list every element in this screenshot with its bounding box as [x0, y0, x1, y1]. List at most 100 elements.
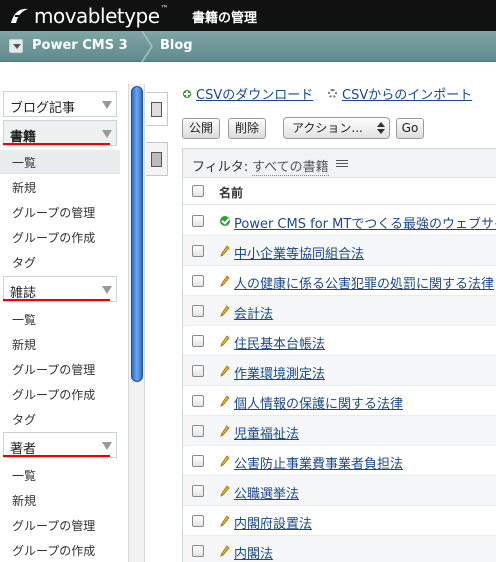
site-switcher-dropdown-icon[interactable] [9, 39, 23, 53]
table-row: 公職選挙法 [183, 476, 496, 506]
pencil-icon [220, 365, 230, 377]
table-row: 公害防止事業費事業者負担法 [183, 446, 496, 476]
authors-manage-groups-link[interactable]: グループの管理 [12, 517, 95, 534]
publish-button[interactable]: 公開 [182, 118, 220, 139]
table-row: 作業環境測定法 [183, 356, 496, 386]
filter-bar: フィルタ: すべての書籍 [183, 149, 496, 178]
row-checkbox[interactable] [192, 485, 204, 497]
import-csv-link[interactable]: CSVからのインポート [342, 84, 472, 103]
go-button[interactable]: Go [396, 118, 424, 139]
top-bar: movabletype ™ 書籍の管理 [0, 0, 496, 31]
menu-blog-entries[interactable]: ブログ記事 [3, 91, 117, 117]
row-title-link[interactable]: 公害防止事業費事業者負担法 [234, 453, 403, 472]
breadcrumb-separator-icon [141, 31, 153, 62]
authors-create-group-link[interactable]: グループの作成 [12, 542, 95, 559]
breadcrumb-blog[interactable]: Blog [160, 38, 193, 53]
side-tab-listing[interactable] [146, 92, 168, 126]
table-header: 名前 [183, 178, 496, 205]
row-checkbox[interactable] [192, 425, 204, 437]
menu-blog-entries-label: ブログ記事 [10, 101, 76, 116]
menu-authors-underline [3, 455, 110, 457]
sidebar: ブログ記事 書籍 一覧 新規 グループの管理 グループの作成 タグ 雑誌 一覧 … [0, 84, 120, 562]
menu-magazines-underline [3, 299, 110, 301]
row-checkbox[interactable] [192, 395, 204, 407]
row-checkbox[interactable] [192, 275, 204, 287]
page-title: 書籍の管理 [192, 11, 258, 26]
download-csv-action[interactable]: CSVのダウンロード [183, 84, 313, 103]
logo-text: movabletype [34, 4, 160, 28]
breadcrumb-site[interactable]: Power CMS 3 [32, 38, 128, 53]
chevron-down-icon[interactable] [102, 130, 112, 138]
table-row: 内閣府設置法 [183, 506, 496, 536]
magazines-tags-link[interactable]: タグ [12, 411, 36, 428]
column-header-name[interactable]: 名前 [219, 184, 243, 201]
pencil-icon [220, 245, 230, 257]
row-checkbox[interactable] [192, 245, 204, 257]
filter-list-icon[interactable] [336, 160, 348, 169]
authors-list-link[interactable]: 一覧 [12, 467, 36, 484]
chevron-down-icon[interactable] [102, 101, 112, 109]
download-csv-link[interactable]: CSVのダウンロード [196, 84, 313, 103]
select-arrows-icon [377, 121, 385, 135]
pencil-icon [220, 425, 230, 437]
row-checkbox[interactable] [192, 335, 204, 347]
side-tab-document[interactable] [146, 142, 168, 176]
row-title-link[interactable]: 児童福祉法 [234, 423, 299, 442]
sidebar-scrollbar-thumb[interactable] [131, 86, 143, 382]
books-list-link[interactable]: 一覧 [12, 154, 36, 171]
published-status-icon [220, 216, 230, 226]
gear-icon [328, 89, 337, 98]
row-title-link[interactable]: 公職選挙法 [234, 483, 299, 502]
row-title-link[interactable]: 住民基本台帳法 [234, 333, 325, 352]
row-title-link[interactable]: 中小企業等協同組合法 [234, 243, 364, 262]
books-manage-groups-link[interactable]: グループの管理 [12, 204, 95, 221]
action-select[interactable]: アクション... [283, 117, 390, 139]
row-title-link[interactable]: 人の健康に係る公害犯罪の処罰に関する法律 [234, 273, 494, 292]
movabletype-logo[interactable]: movabletype ™ [8, 4, 169, 28]
action-select-value: アクション... [292, 121, 363, 135]
document-view-icon [151, 152, 162, 167]
books-tags-link[interactable]: タグ [12, 254, 36, 271]
row-title-link[interactable]: 内閣府設置法 [234, 513, 312, 532]
table-row: 住民基本台帳法 [183, 326, 496, 356]
row-checkbox[interactable] [192, 545, 204, 557]
row-title-link[interactable]: 作業環境測定法 [234, 363, 325, 382]
books-create-group-link[interactable]: グループの作成 [12, 229, 95, 246]
table-row: 児童福祉法 [183, 416, 496, 446]
magazines-new-link[interactable]: 新規 [12, 336, 36, 353]
table-row: Power CMS for MTでつくる最強のウェブサイト [183, 206, 496, 236]
magazines-create-group-link[interactable]: グループの作成 [12, 386, 95, 403]
row-checkbox[interactable] [192, 365, 204, 377]
chevron-down-icon[interactable] [102, 442, 112, 450]
row-title-link[interactable]: 内閣法 [234, 543, 273, 562]
logo-mark-icon [11, 8, 28, 23]
row-title-link[interactable]: 会計法 [234, 303, 273, 322]
magazines-manage-groups-link[interactable]: グループの管理 [12, 361, 95, 378]
table-row: 人の健康に係る公害犯罪の処罰に関する法律 [183, 266, 496, 296]
magazines-list-link[interactable]: 一覧 [12, 311, 36, 328]
listing-view-icon [151, 102, 162, 117]
import-csv-action[interactable]: CSVからのインポート [328, 84, 472, 103]
delete-button[interactable]: 削除 [228, 118, 266, 139]
pencil-icon [220, 335, 230, 347]
breadcrumb: Power CMS 3 Blog [0, 31, 496, 62]
filter-label: フィルタ: [192, 160, 249, 175]
row-checkbox[interactable] [192, 215, 204, 227]
table-row: 中小企業等協同組合法 [183, 236, 496, 266]
authors-new-link[interactable]: 新規 [12, 492, 36, 509]
books-new-link[interactable]: 新規 [12, 179, 36, 196]
row-checkbox[interactable] [192, 455, 204, 467]
select-all-checkbox[interactable] [192, 185, 204, 197]
pencil-icon [220, 515, 230, 527]
filter-select[interactable]: すべての書籍 [252, 156, 329, 176]
add-icon [183, 89, 191, 98]
pencil-icon [220, 275, 230, 287]
pencil-icon [220, 485, 230, 497]
table-row: 会計法 [183, 296, 496, 326]
pencil-icon [220, 395, 230, 407]
row-title-link[interactable]: 個人情報の保護に関する法律 [234, 393, 403, 412]
row-checkbox[interactable] [192, 515, 204, 527]
row-title-link[interactable]: Power CMS for MTでつくる最強のウェブサイト [234, 213, 496, 232]
chevron-down-icon[interactable] [102, 286, 112, 294]
row-checkbox[interactable] [192, 305, 204, 317]
